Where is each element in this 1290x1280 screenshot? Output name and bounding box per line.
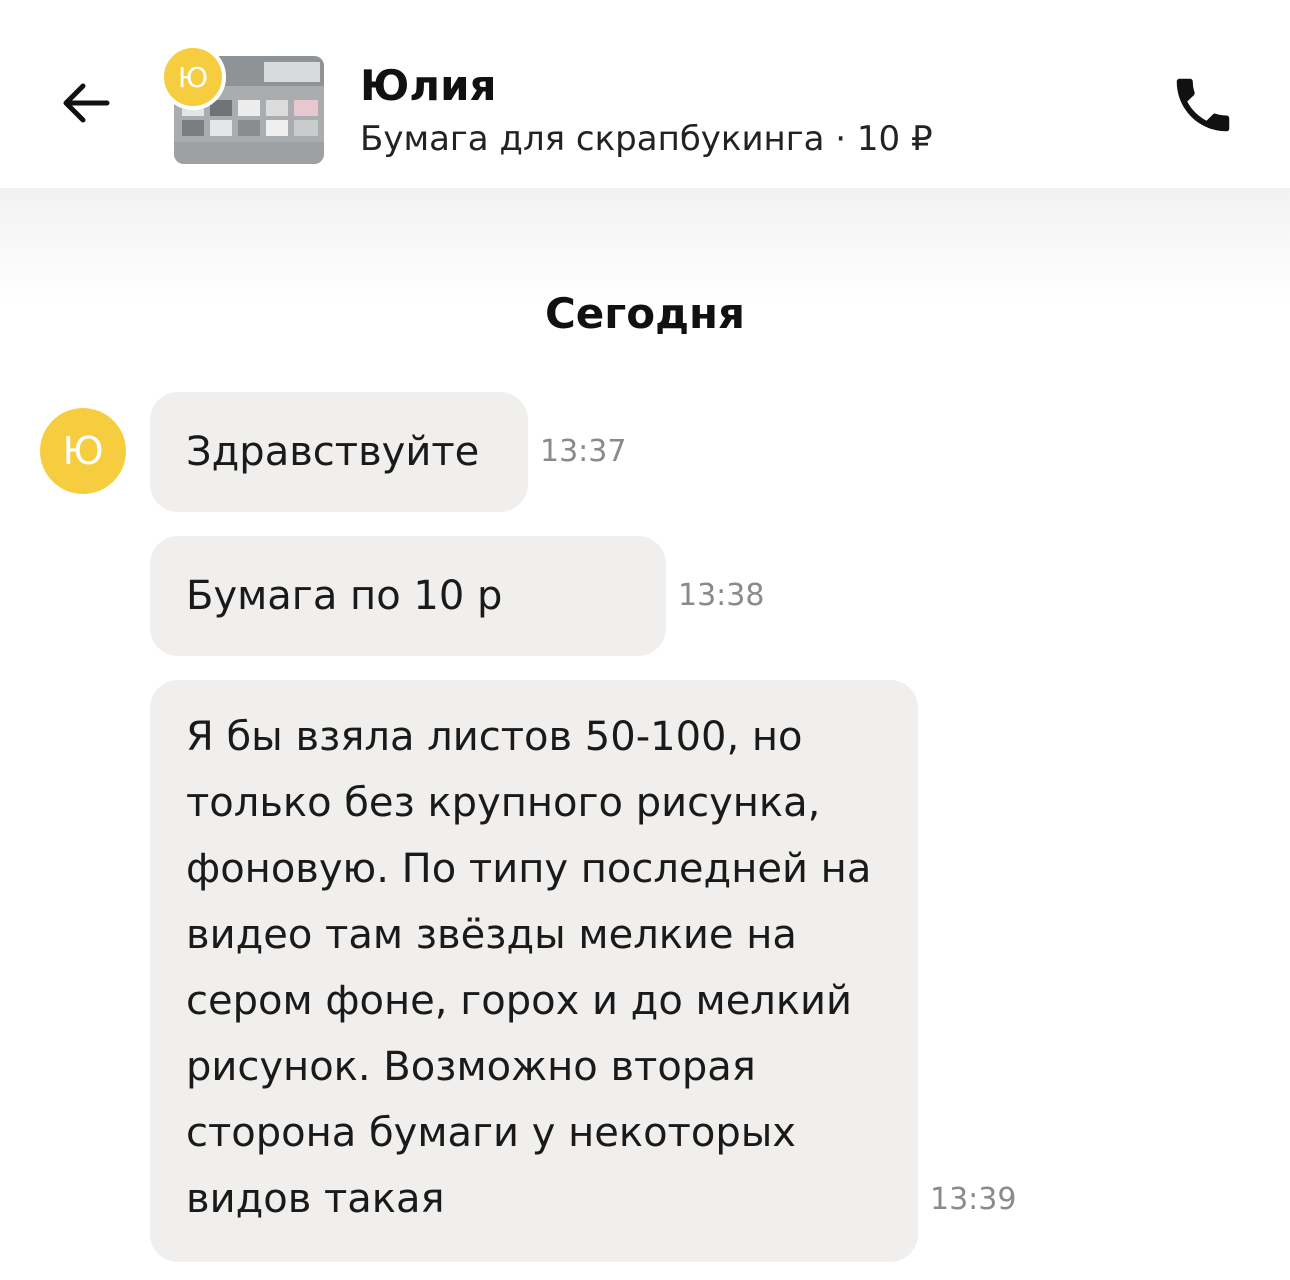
message-bubble[interactable]: Здравствуйте bbox=[150, 392, 528, 512]
call-button[interactable] bbox=[1160, 62, 1246, 148]
message-time: 13:39 bbox=[930, 1182, 1017, 1217]
seller-avatar-small: Ю bbox=[160, 44, 226, 110]
message-bubble[interactable]: Я бы взяла листов 50-100, но только без … bbox=[150, 680, 918, 1262]
chat-header: Ю Юлия Бумага для скрапбукинга · 10 ₽ bbox=[0, 0, 1290, 188]
back-button[interactable] bbox=[50, 68, 120, 138]
message-time: 13:37 bbox=[540, 434, 627, 469]
phone-icon bbox=[1176, 78, 1230, 132]
message-time: 13:38 bbox=[678, 578, 765, 613]
date-separator: Сегодня bbox=[544, 289, 745, 338]
sender-avatar[interactable]: Ю bbox=[40, 408, 126, 494]
listing-title-price: Бумага для скрапбукинга · 10 ₽ bbox=[360, 119, 933, 159]
arrow-left-icon bbox=[63, 83, 110, 123]
listing-thumbnail[interactable]: Ю bbox=[160, 44, 330, 170]
contact-name: Юлия bbox=[360, 61, 497, 110]
message-bubble[interactable]: Бумага по 10 р лист? bbox=[150, 536, 666, 739]
chat-header-info[interactable]: Юлия Бумага для скрапбукинга · 10 ₽ bbox=[360, 58, 1120, 164]
